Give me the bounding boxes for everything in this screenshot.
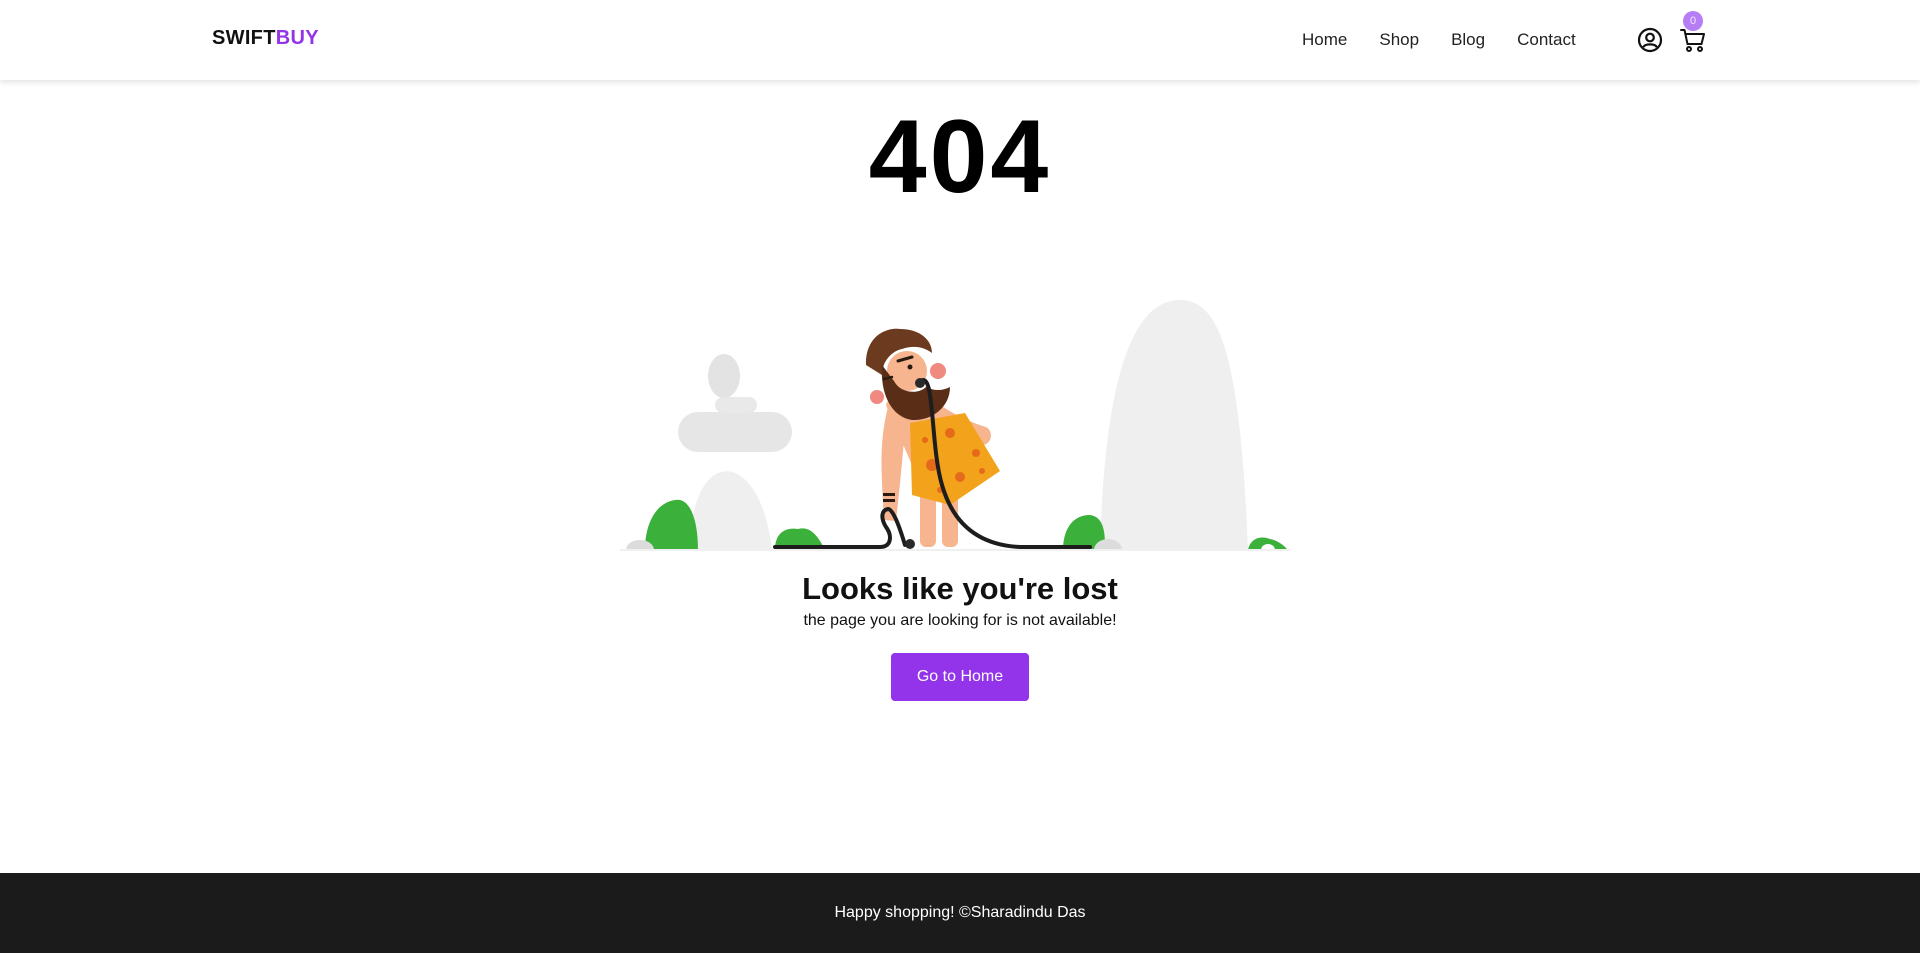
nav-contact-link[interactable]: Contact: [1517, 30, 1576, 50]
main-nav: Home Shop Blog Contact: [1302, 30, 1608, 50]
go-home-button[interactable]: Go to Home: [891, 653, 1029, 701]
nav-blog-link[interactable]: Blog: [1451, 30, 1485, 50]
lost-subtitle: the page you are looking for is not avai…: [803, 612, 1117, 629]
cart-count-badge: 0: [1683, 11, 1703, 31]
lost-title: Looks like you're lost: [802, 571, 1118, 606]
logo-part-swift: SWIFT: [212, 27, 276, 49]
user-circle-icon[interactable]: [1637, 27, 1663, 53]
error-code: 404: [868, 99, 1052, 215]
site-footer: Happy shopping! ©Sharadindu Das: [0, 873, 1920, 953]
logo-part-buy: BUY: [275, 27, 319, 49]
site-header: SWIFTBUY Home Shop Blog Contact 0: [0, 0, 1920, 80]
footer-text: Happy shopping! ©Sharadindu Das: [834, 904, 1086, 921]
nav-home-link[interactable]: Home: [1302, 30, 1347, 50]
nav-shop-link[interactable]: Shop: [1379, 30, 1419, 50]
logo[interactable]: SWIFTBUY: [212, 27, 319, 50]
lost-caveman-illustration: [620, 300, 1290, 551]
